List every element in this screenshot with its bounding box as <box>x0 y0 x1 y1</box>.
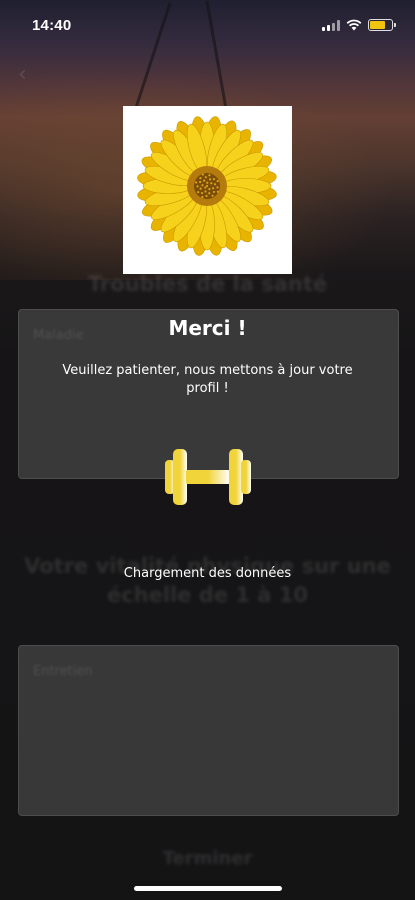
loading-text: Chargement des données <box>123 566 292 581</box>
home-indicator[interactable] <box>134 886 282 891</box>
status-bar: 14:40 <box>0 0 415 50</box>
wifi-icon <box>346 19 362 31</box>
battery-icon <box>368 19 396 31</box>
status-time: 14:40 <box>32 16 72 34</box>
modal-message: Veuillez patienter, nous mettons à jour … <box>62 363 353 396</box>
modal-title: Merci ! <box>168 316 247 340</box>
sunflower-image <box>123 106 292 274</box>
dumbbell-icon <box>165 449 251 505</box>
battery-level <box>370 21 385 29</box>
cellular-signal-icon <box>322 19 340 31</box>
